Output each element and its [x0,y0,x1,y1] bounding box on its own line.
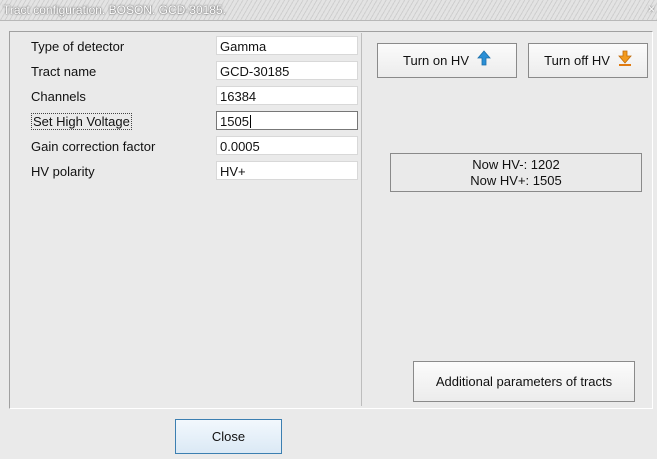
field-label: Gain correction factor [31,139,156,154]
arrow-down-icon [618,50,632,71]
high-voltage-value: 1505 [220,114,249,129]
high-voltage-field[interactable]: 1505 [216,111,358,130]
field-row-channels: Channels 16384 [11,86,361,107]
hv-minus-status: Now HV-: 1202 [472,157,560,172]
title-bar[interactable]: Tract configuration. BOSON. GCD-30185. × [0,0,657,21]
field-label: Channels [31,89,86,104]
field-row-polarity: HV polarity HV+ [11,161,361,182]
text-caret [249,115,251,128]
additional-parameters-label: Additional parameters of tracts [435,374,613,389]
detector-type-field[interactable]: Gamma [216,36,358,55]
turn-off-hv-button[interactable]: Turn off HV [528,43,648,78]
field-label: Set High Voltage [31,113,132,130]
close-button-label: Close [211,429,246,444]
gain-correction-field[interactable]: 0.0005 [216,136,358,155]
hv-plus-status: Now HV+: 1505 [470,173,562,188]
field-label-text: Set High Voltage [31,113,132,130]
field-label: HV polarity [31,164,95,179]
close-button[interactable]: Close [175,419,282,454]
window-title: Tract configuration. BOSON. GCD-30185. [3,3,226,17]
fields-panel: Type of detector Gamma Tract name GCD-30… [11,33,362,406]
field-row-high-voltage: Set High Voltage 1505 [11,111,361,132]
turn-off-hv-label: Turn off HV [544,53,610,68]
additional-parameters-button[interactable]: Additional parameters of tracts [413,361,635,402]
close-window-icon[interactable]: × [648,2,655,16]
footer-bar [0,409,657,459]
tract-config-window: Tract configuration. BOSON. GCD-30185. ×… [0,0,657,459]
hv-status-box: Now HV-: 1202 Now HV+: 1505 [390,153,642,192]
field-row-detector-type: Type of detector Gamma [11,36,361,57]
field-row-tract-name: Tract name GCD-30185 [11,61,361,82]
tract-name-field[interactable]: GCD-30185 [216,61,358,80]
field-label: Tract name [31,64,97,79]
turn-on-hv-button[interactable]: Turn on HV [377,43,517,78]
hv-polarity-field[interactable]: HV+ [216,161,358,180]
field-row-gain: Gain correction factor 0.0005 [11,136,361,157]
channels-field[interactable]: 16384 [216,86,358,105]
turn-on-hv-label: Turn on HV [403,53,469,68]
arrow-up-icon [477,50,491,71]
field-label: Type of detector [31,39,125,54]
